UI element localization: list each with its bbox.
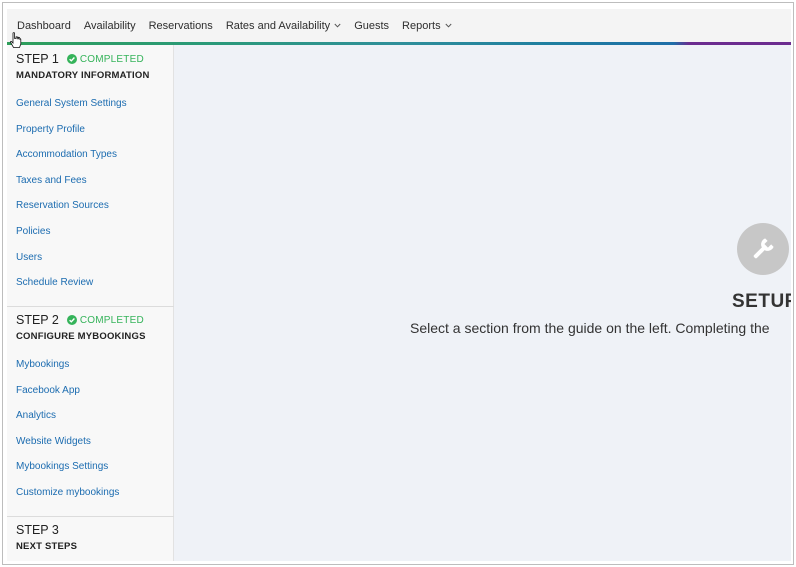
setup-guide-sidebar: STEP 1 COMPLETED MANDATORY INFORMATION G… <box>7 45 174 561</box>
status-text: COMPLETED <box>79 53 144 65</box>
link-users[interactable]: Users <box>16 251 127 277</box>
link-mybookings-settings[interactable]: Mybookings Settings <box>16 460 119 486</box>
status-badge: COMPLETED <box>66 53 144 65</box>
link-mybookings[interactable]: Mybookings <box>16 358 119 384</box>
link-facebook-app[interactable]: Facebook App <box>16 384 119 410</box>
step-subtitle: CONFIGURE MYBOOKINGS <box>16 331 146 342</box>
step-label: STEP 3 <box>16 523 59 537</box>
step-subtitle: NEXT STEPS <box>16 541 78 552</box>
link-reservation-sources[interactable]: Reservation Sources <box>16 199 127 225</box>
link-website-widgets[interactable]: Website Widgets <box>16 435 119 461</box>
check-circle-icon <box>66 54 77 64</box>
nav-reservations[interactable]: Reservations <box>149 20 213 32</box>
hand-cursor-icon <box>10 32 22 48</box>
step-subtitle: MANDATORY INFORMATION <box>16 70 150 81</box>
step-1-links: General System Settings Property Profile… <box>16 97 127 302</box>
chevron-down-icon <box>445 22 452 29</box>
link-taxes-and-fees[interactable]: Taxes and Fees <box>16 174 127 200</box>
status-text: COMPLETED <box>79 314 144 326</box>
link-analytics[interactable]: Analytics <box>16 409 119 435</box>
step-1-header: STEP 1 COMPLETED MANDATORY INFORMATION <box>16 52 150 81</box>
link-schedule-review[interactable]: Schedule Review <box>16 276 127 302</box>
main-content: SETUP Select a section from the guide on… <box>174 45 791 561</box>
browser-frame: Dashboard Availability Reservations Rate… <box>2 2 794 565</box>
link-property-profile[interactable]: Property Profile <box>16 123 127 149</box>
chevron-down-icon <box>334 22 341 29</box>
nav-reports[interactable]: Reports <box>402 20 452 32</box>
top-navigation: Dashboard Availability Reservations Rate… <box>7 9 791 42</box>
wrench-icon <box>737 223 789 275</box>
app-window: Dashboard Availability Reservations Rate… <box>7 9 791 561</box>
nav-dashboard[interactable]: Dashboard <box>17 20 71 32</box>
step-2-links: Mybookings Facebook App Analytics Websit… <box>16 358 119 512</box>
check-circle-icon <box>66 315 77 325</box>
divider <box>7 516 174 517</box>
step-3-header: STEP 3 NEXT STEPS <box>16 523 77 552</box>
setup-title: SETUP <box>732 291 791 312</box>
status-badge: COMPLETED <box>66 314 144 326</box>
link-general-system-settings[interactable]: General System Settings <box>16 97 127 123</box>
step-label: STEP 2 <box>16 313 59 327</box>
divider <box>7 306 174 307</box>
step-label: STEP 1 <box>16 52 59 66</box>
link-customize-mybookings[interactable]: Customize mybookings <box>16 486 119 512</box>
nav-guests[interactable]: Guests <box>354 20 389 32</box>
nav-availability[interactable]: Availability <box>84 20 136 32</box>
link-policies[interactable]: Policies <box>16 225 127 251</box>
link-accommodation-types[interactable]: Accommodation Types <box>16 148 127 174</box>
step-2-header: STEP 2 COMPLETED CONFIGURE MYBOOKINGS <box>16 313 146 342</box>
nav-rates-and-availability[interactable]: Rates and Availability <box>226 20 341 32</box>
setup-instructions: Select a section from the guide on the l… <box>410 320 770 336</box>
